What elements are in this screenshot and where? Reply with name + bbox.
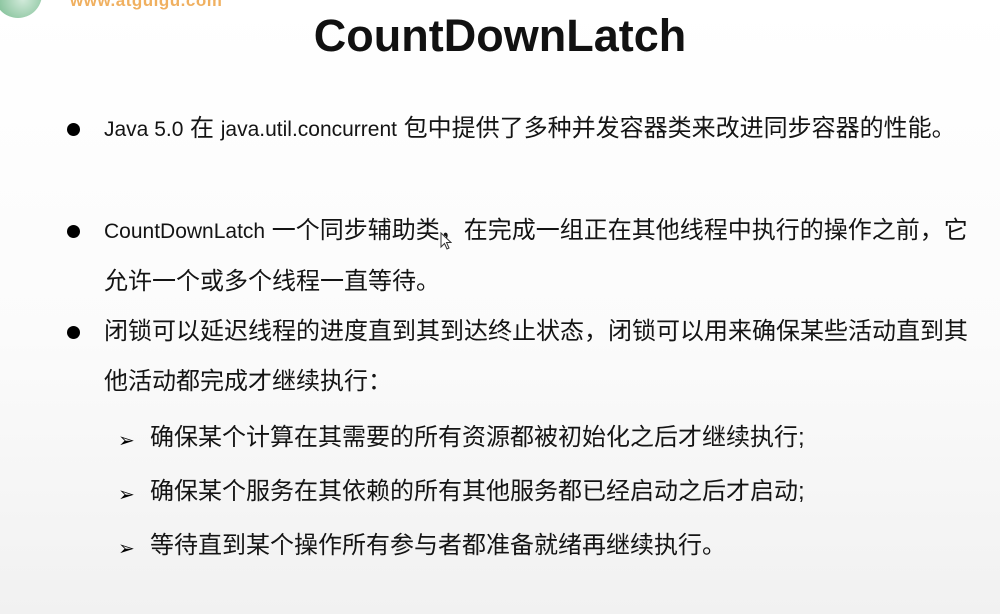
bullet-item: CountDownLatch 一个同步辅助类，在完成一组正在其他线程中执行的操作… — [67, 206, 974, 307]
bullet-text-part: Java 5.0 — [104, 118, 184, 141]
sub-bullet-item: ➢ 等待直到某个操作所有参与者都准备就绪再继续执行。 — [118, 531, 950, 561]
bullet-text-part: CountDownLatch — [104, 220, 266, 243]
sub-bullet-text: 等待直到某个操作所有参与者都准备就绪再继续执行。 — [150, 532, 726, 559]
arrow-right-icon: ➢ — [118, 536, 135, 560]
sub-bullet-text: 确保某个计算在其需要的所有资源都被初始化之后才继续执行; — [150, 424, 805, 451]
bullet-item: Java 5.0 在 java.util.concurrent 包中提供了多种并… — [67, 104, 974, 155]
bullet-text-part: 在 — [183, 115, 221, 142]
bullet-dot-icon — [67, 123, 80, 136]
bullet-text: 闭锁可以延迟线程的进度直到其到达终止状态，闭锁可以用来确保某些活动直到其他活动都… — [104, 318, 968, 395]
slide: www.atguigu.com CountDownLatch Java 5.0 … — [0, 0, 1000, 614]
arrow-right-icon: ➢ — [118, 482, 135, 506]
sub-bullet-item: ➢ 确保某个服务在其依赖的所有其他服务都已经启动之后才启动; — [118, 477, 950, 507]
sub-bullet-item: ➢ 确保某个计算在其需要的所有资源都被初始化之后才继续执行; — [118, 423, 950, 453]
arrow-right-icon: ➢ — [118, 428, 135, 452]
mouse-cursor-icon — [440, 232, 452, 250]
bullet-item: 闭锁可以延迟线程的进度直到其到达终止状态，闭锁可以用来确保某些活动直到其他活动都… — [67, 307, 974, 407]
bullet-text-part: 包中提供了多种并发容器类来改进同步容器的性能。 — [397, 115, 956, 142]
bullet-dot-icon — [67, 326, 80, 339]
sub-bullet-text: 确保某个服务在其依赖的所有其他服务都已经启动之后才启动; — [150, 478, 805, 505]
bullet-text-part: java.util.concurrent — [220, 118, 397, 141]
slide-title: CountDownLatch — [313, 10, 687, 61]
bullet-dot-icon — [67, 225, 80, 238]
